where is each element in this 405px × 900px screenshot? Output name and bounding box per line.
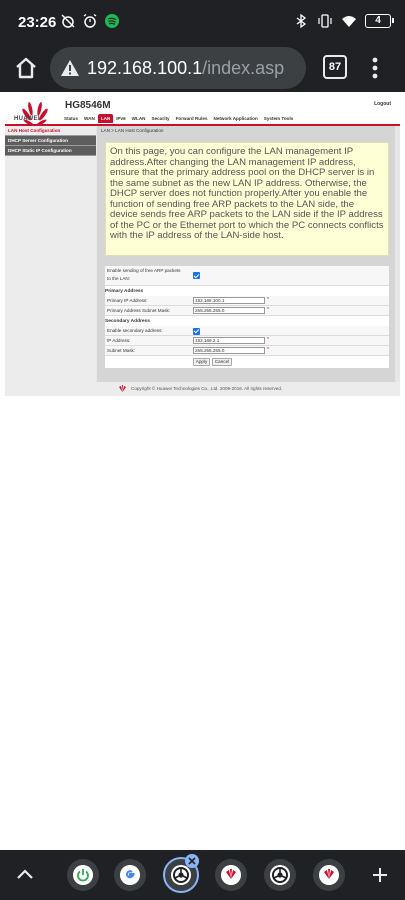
address-bar[interactable]: 192.168.100.1/index.asp bbox=[50, 47, 306, 89]
sidebar-item-dhcp-server-config[interactable]: DHCP Server Configuration bbox=[5, 136, 96, 146]
primary-mask-label: Primary Address Subnet Mask: bbox=[107, 308, 171, 313]
secondary-mask-row: Subnet Mask: 255.255.255.0 * bbox=[105, 346, 389, 356]
lan-config-form: Enable sending of free ARP packets to th… bbox=[105, 266, 389, 368]
close-tab-icon[interactable] bbox=[185, 854, 199, 868]
home-icon[interactable] bbox=[12, 54, 40, 82]
sidebar-item-lan-host-config[interactable]: LAN Host Configuration bbox=[5, 126, 96, 136]
wifi-icon bbox=[342, 16, 356, 27]
nav-network-application[interactable]: Network Application bbox=[211, 114, 261, 123]
secondary-ip-row: IP Address: 192.168.2.1 * bbox=[105, 336, 389, 346]
url-text[interactable]: 192.168.100.1/index.asp bbox=[87, 58, 284, 79]
url-path: /index.asp bbox=[202, 58, 285, 78]
secondary-enable-label: Enable secondary address: bbox=[107, 328, 163, 333]
required-mark: * bbox=[267, 337, 269, 343]
required-mark: * bbox=[267, 307, 269, 313]
form-buttons: Apply Cancel bbox=[105, 356, 389, 368]
tab-thumbnail-chrome[interactable] bbox=[264, 859, 296, 891]
main-nav: Status WAN LAN IPv6 WLAN Security Forwar… bbox=[61, 114, 296, 123]
power-icon bbox=[73, 865, 93, 885]
browser-toolbar: 192.168.100.1/index.asp 87 bbox=[0, 44, 405, 92]
main-content: LAN > LAN Host Configuration On this pag… bbox=[97, 126, 395, 382]
tab-thumbnail-power[interactable] bbox=[67, 859, 99, 891]
huawei-icon bbox=[221, 865, 241, 885]
chrome-icon bbox=[270, 865, 290, 885]
breadcrumb: LAN > LAN Host Configuration bbox=[101, 128, 164, 133]
tab-strip bbox=[0, 850, 405, 900]
secondary-enable-row: Enable secondary address: bbox=[105, 326, 389, 336]
new-tab-plus-icon[interactable] bbox=[370, 865, 390, 885]
chrome-icon bbox=[171, 865, 191, 885]
logout-link[interactable]: Logout bbox=[374, 101, 391, 107]
tab-thumbnail-huawei-2[interactable] bbox=[313, 859, 345, 891]
nav-status[interactable]: Status bbox=[61, 114, 81, 123]
primary-address-title: Primary Address bbox=[105, 286, 389, 296]
nav-wan[interactable]: WAN bbox=[81, 114, 98, 123]
secondary-mask-label: Subnet Mask: bbox=[107, 348, 136, 353]
tab-switcher-button[interactable]: 87 bbox=[323, 55, 347, 79]
arp-checkbox[interactable] bbox=[193, 272, 200, 279]
primary-ip-row: Primary IP Address: 192.168.100.1 * bbox=[105, 296, 389, 306]
spotify-icon bbox=[105, 14, 119, 28]
primary-ip-label: Primary IP Address: bbox=[107, 298, 148, 303]
primary-mask-input[interactable]: 255.255.255.0 bbox=[193, 307, 265, 314]
copyright-text: Copyright © Huawei Technologies Co., Ltd… bbox=[131, 386, 283, 391]
nav-security[interactable]: Security bbox=[148, 114, 172, 123]
vibrate-icon bbox=[318, 14, 332, 28]
router-page: HUAWEI HG8546M Logout Status WAN LAN IPv… bbox=[5, 96, 400, 396]
model-name: HG8546M bbox=[65, 100, 111, 111]
secondary-ip-label: IP Address: bbox=[107, 338, 131, 343]
nav-forward-rules[interactable]: Forward Rules bbox=[173, 114, 211, 123]
primary-mask-row: Primary Address Subnet Mask: 255.255.255… bbox=[105, 306, 389, 316]
status-bar: 23:26 4 bbox=[0, 0, 405, 44]
primary-ip-input[interactable]: 192.168.100.1 bbox=[193, 297, 265, 304]
nav-wlan[interactable]: WLAN bbox=[129, 114, 149, 123]
required-mark: * bbox=[267, 347, 269, 353]
not-secure-warning-icon[interactable] bbox=[60, 58, 80, 78]
alarm-off-icon bbox=[61, 14, 75, 28]
cancel-button[interactable]: Cancel bbox=[212, 358, 232, 366]
brand-name: HUAWEI bbox=[14, 116, 40, 122]
arp-label-line2: to the LAN: bbox=[107, 276, 130, 281]
huawei-footer-logo-icon bbox=[119, 385, 126, 392]
tab-thumbnail-google[interactable] bbox=[114, 859, 146, 891]
chevron-up-icon[interactable] bbox=[15, 865, 35, 885]
nav-ipv6[interactable]: IPv6 bbox=[113, 114, 128, 123]
sidebar-item-dhcp-static-ip-config[interactable]: DHCP Static IP Configuration bbox=[5, 146, 96, 156]
url-host: 192.168.100.1 bbox=[87, 58, 203, 78]
status-time: 23:26 bbox=[18, 14, 57, 31]
alarm-icon bbox=[83, 13, 97, 28]
router-header: HUAWEI HG8546M Logout Status WAN LAN IPv… bbox=[5, 96, 400, 126]
more-menu-icon[interactable] bbox=[368, 55, 382, 81]
huawei-icon bbox=[319, 865, 339, 885]
arp-label-line1: Enable sending of free ARP packets bbox=[107, 268, 181, 273]
required-mark: * bbox=[267, 297, 269, 303]
tab-thumbnail-huawei-1[interactable] bbox=[215, 859, 247, 891]
apply-button[interactable]: Apply bbox=[193, 358, 210, 366]
battery-icon: 4 bbox=[365, 14, 394, 28]
secondary-ip-input[interactable]: 192.168.2.1 bbox=[193, 337, 265, 344]
bluetooth-icon bbox=[296, 13, 307, 29]
google-icon bbox=[120, 865, 140, 885]
info-box: On this page, you can configure the LAN … bbox=[105, 142, 389, 256]
nav-lan[interactable]: LAN bbox=[97, 114, 114, 123]
arp-row: Enable sending of free ARP packets to th… bbox=[105, 266, 389, 286]
secondary-mask-input[interactable]: 255.255.255.0 bbox=[193, 347, 265, 354]
secondary-address-title: Secondary Address bbox=[105, 316, 389, 326]
page-footer: Copyright © Huawei Technologies Co., Ltd… bbox=[5, 382, 400, 396]
nav-system-tools[interactable]: System Tools bbox=[261, 114, 297, 123]
secondary-enable-checkbox[interactable] bbox=[193, 327, 200, 335]
sidebar: LAN Host Configuration DHCP Server Confi… bbox=[5, 126, 96, 382]
